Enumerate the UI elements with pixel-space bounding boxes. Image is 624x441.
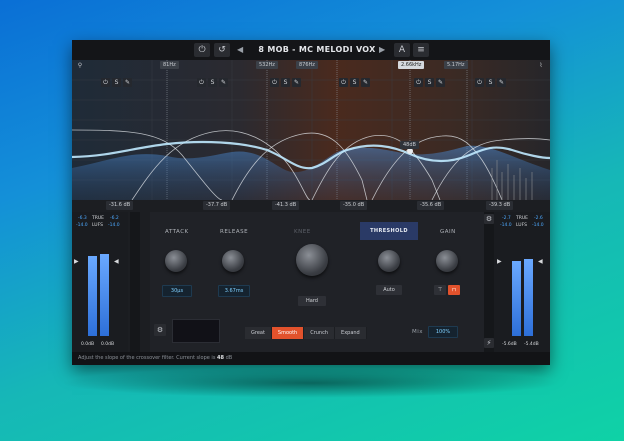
menu-icon: ≡ xyxy=(417,45,425,55)
band-controls-3: ⏻ S ✎ xyxy=(270,78,301,87)
band-edit-icon[interactable]: ✎ xyxy=(361,78,370,87)
threshold-band-1[interactable]: -31.6 dB xyxy=(106,201,134,210)
knee-mode-button[interactable]: Hard xyxy=(298,296,326,306)
band-controls-5: ⏻ S ✎ xyxy=(414,78,445,87)
attack-knob[interactable] xyxy=(165,250,187,272)
band-solo-button[interactable]: S xyxy=(350,78,359,87)
mode-selector: Great Smooth Crunch Expand xyxy=(245,327,367,339)
band-edit-icon[interactable]: ✎ xyxy=(292,78,301,87)
output-settings-icon[interactable]: ⚙ xyxy=(484,214,494,224)
band-power-icon[interactable]: ⏻ xyxy=(475,78,484,87)
band-power-icon[interactable]: ⏻ xyxy=(339,78,348,87)
attack-label: ATTACK xyxy=(165,229,189,235)
output-scale xyxy=(484,212,494,352)
band-controls-6: ⏻ S ✎ xyxy=(475,78,506,87)
threshold-band-6[interactable]: -39.3 dB xyxy=(486,201,514,210)
top-bar: ⏻ ↺ ◀ 8 MOB - MC MELODI VOX ▶ A ≡ xyxy=(72,40,550,60)
band-solo-button[interactable]: S xyxy=(486,78,495,87)
status-slope-value: 48 xyxy=(217,355,224,361)
preset-name[interactable]: 8 MOB - MC MELODI VOX xyxy=(242,40,392,60)
mix-label: Mix xyxy=(412,329,424,335)
input-meters: -6.3 TRUE -6.2 -14.0 LUFS -14.0 ▶ ◀ 0.0d… xyxy=(72,212,128,352)
band-freq-3[interactable]: 876Hz xyxy=(296,61,318,69)
auto-button[interactable]: Auto xyxy=(376,285,402,295)
attack-value[interactable]: 30μs xyxy=(162,285,192,297)
gain-knob[interactable] xyxy=(436,250,458,272)
wand-icon[interactable]: ⚡ xyxy=(484,338,494,348)
mode-crunch[interactable]: Crunch xyxy=(304,327,336,339)
mode-expand[interactable]: Expand xyxy=(335,327,367,339)
band-freq-5[interactable]: 5.17Hz xyxy=(444,61,468,69)
input-gain-arrow-left[interactable]: ▶ xyxy=(74,258,79,265)
band-edit-icon[interactable]: ✎ xyxy=(497,78,506,87)
release-label: RELEASE xyxy=(220,229,249,235)
ab-compare-button[interactable]: A xyxy=(394,43,410,57)
output-meters: -2.7 TRUE -2.6 -14.0 LUFS -14.0 ▶ ◀ -5.6… xyxy=(494,212,550,352)
output-meter-left xyxy=(512,261,521,336)
input-meter-right xyxy=(100,254,109,336)
output-gain-arrow-right[interactable]: ◀ xyxy=(538,258,543,265)
spectrum-toggle-icon[interactable]: ⌇ xyxy=(537,62,545,70)
mode-great[interactable]: Great xyxy=(245,327,272,339)
search-icon[interactable]: ⚲ xyxy=(76,62,84,70)
threshold-band-4[interactable]: -35.0 dB xyxy=(340,201,368,210)
band-solo-button[interactable]: S xyxy=(112,78,121,87)
output-meter-right xyxy=(524,259,533,336)
output-gain-arrow-left[interactable]: ▶ xyxy=(497,258,502,265)
band-freq-2[interactable]: 532Hz xyxy=(256,61,278,69)
band-controls-1: ⏻ S ✎ xyxy=(101,78,132,87)
band-power-icon[interactable]: ⏻ xyxy=(270,78,279,87)
release-knob[interactable] xyxy=(222,250,244,272)
band-freq-4[interactable]: 2.66kHz xyxy=(398,61,425,69)
input-gain-arrow-right[interactable]: ◀ xyxy=(114,258,119,265)
threshold-knob[interactable] xyxy=(378,250,400,272)
threshold-title-button[interactable]: THRESHOLD xyxy=(360,222,418,240)
gain-label: GAIN xyxy=(440,229,456,235)
mix-value[interactable]: 100% xyxy=(428,326,458,338)
menu-button[interactable]: ≡ xyxy=(413,43,429,57)
window-shadow xyxy=(60,368,560,398)
undo-button[interactable]: ↺ xyxy=(214,43,230,57)
band-solo-button[interactable]: S xyxy=(281,78,290,87)
eq-display[interactable]: ⚲ ⌇ 81Hz 532Hz 876Hz 2.66kHz 5.17Hz ⏻ S ✎ … xyxy=(72,60,550,200)
band-controls-4: ⏻ S ✎ xyxy=(339,78,370,87)
knee-knob[interactable] xyxy=(296,244,328,276)
power-button[interactable]: ⏻ xyxy=(194,43,210,57)
band-power-icon[interactable]: ⏻ xyxy=(101,78,110,87)
gain-link-icon[interactable]: ⊤ xyxy=(434,285,446,295)
band-solo-button[interactable]: S xyxy=(208,78,217,87)
band-thresholds: -31.6 dB -37.7 dB -41.3 dB -35.0 dB -35.… xyxy=(72,201,550,211)
input-meter-left xyxy=(88,256,97,336)
sidechain-display[interactable] xyxy=(172,319,220,343)
band-gain-readout: 48dB xyxy=(400,141,419,149)
band-power-icon[interactable]: ⏻ xyxy=(197,78,206,87)
band-controls-2: ⏻ S ✎ xyxy=(197,78,228,87)
input-scale xyxy=(130,212,140,352)
status-bar: Adjust the slope of the crossover filter… xyxy=(72,352,550,365)
release-value[interactable]: 3.67ms xyxy=(218,285,250,297)
band-freq-1[interactable]: 81Hz xyxy=(160,61,179,69)
plugin-window: ⏻ ↺ ◀ 8 MOB - MC MELODI VOX ▶ A ≡ ⚲ ⌇ 81… xyxy=(72,40,550,365)
settings-gear-icon[interactable]: ⚙ xyxy=(154,324,166,336)
band-power-icon[interactable]: ⏻ xyxy=(414,78,423,87)
undo-icon: ↺ xyxy=(218,45,226,55)
threshold-band-2[interactable]: -37.7 dB xyxy=(203,201,231,210)
status-unit: dB xyxy=(225,355,233,361)
power-icon: ⏻ xyxy=(198,45,206,55)
band-edit-icon[interactable]: ✎ xyxy=(219,78,228,87)
threshold-band-5[interactable]: -35.6 dB xyxy=(417,201,445,210)
band-edit-icon[interactable]: ✎ xyxy=(123,78,132,87)
threshold-band-3[interactable]: -41.3 dB xyxy=(272,201,300,210)
mode-smooth[interactable]: Smooth xyxy=(271,327,305,339)
status-text: Adjust the slope of the crossover filter… xyxy=(78,355,216,361)
band-edit-icon[interactable]: ✎ xyxy=(436,78,445,87)
band-solo-button[interactable]: S xyxy=(425,78,434,87)
knee-label: KNEE xyxy=(294,229,311,235)
next-preset-icon[interactable]: ▶ xyxy=(379,40,385,60)
gain-active-icon[interactable]: ⊓ xyxy=(448,285,460,295)
